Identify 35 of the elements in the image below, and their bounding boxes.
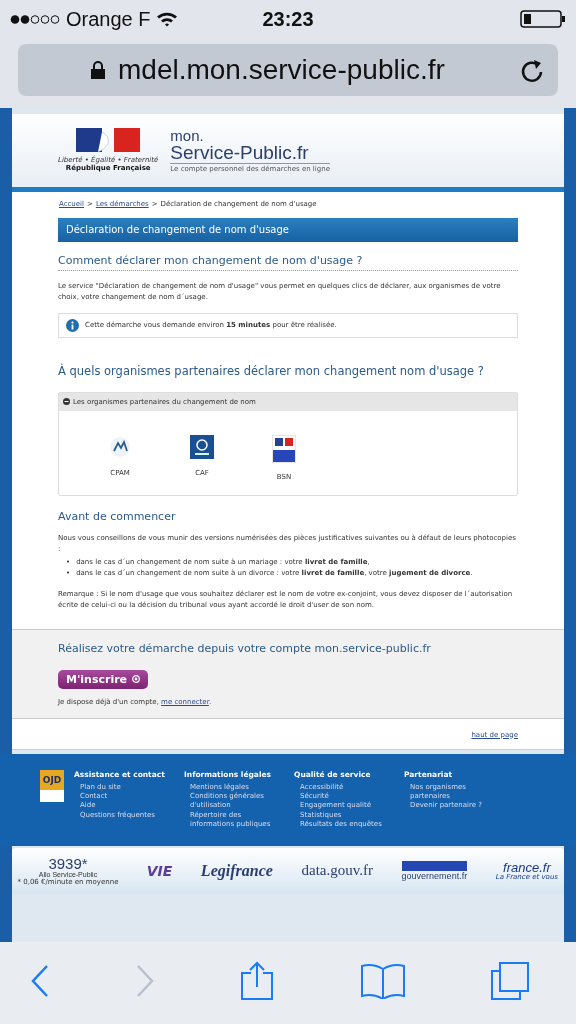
section-heading: Avant de commencer	[58, 509, 177, 523]
flag-logo-icon	[76, 128, 141, 154]
back-icon[interactable]	[30, 964, 50, 998]
logo-text[interactable]: france.fr	[503, 860, 551, 874]
page-title: Déclaration de changement de nom d'usage	[58, 218, 518, 242]
signup-heading: Réalisez votre démarche depuis votre compte mon.service-public.fr	[58, 641, 431, 655]
carrier-name: Orange F	[66, 7, 151, 31]
brand-name: Service-Public.fr	[170, 143, 330, 164]
tabs-icon[interactable]	[490, 961, 530, 1001]
reload-icon[interactable]	[520, 57, 544, 83]
lock-icon	[90, 60, 106, 80]
ojd-badge[interactable]: OJD	[40, 769, 64, 802]
bookmarks-icon[interactable]	[359, 963, 406, 999]
logo-text[interactable]: 3939*	[48, 855, 88, 871]
section-heading: Comment déclarer mon changement de nom d'usage ?	[58, 254, 518, 271]
address-bar[interactable]: mdel.mon.service-public.fr	[18, 44, 558, 96]
brand-prefix: mon.	[170, 128, 205, 143]
partner-logo-icon[interactable]	[190, 434, 214, 459]
logo-text[interactable]: Legifrance	[200, 862, 273, 879]
section-heading: À quels organismes partenaires déclarer mon changement nom d'usage ?	[58, 363, 485, 378]
logo-text[interactable]: data.gouv.fr	[301, 863, 373, 879]
wifi-icon	[156, 11, 179, 27]
signal-icon	[10, 13, 60, 25]
clock-time: 23:23	[262, 7, 314, 31]
partner-logo-icon[interactable]	[272, 434, 296, 463]
logo-text[interactable]: VIE	[146, 863, 173, 878]
logo-text[interactable]: gouvernement.fr	[401, 860, 468, 881]
circle-icon	[132, 675, 141, 684]
share-icon[interactable]	[239, 961, 275, 1001]
url-text: mdel.mon.service-public.fr	[118, 54, 445, 86]
battery-icon	[520, 10, 566, 28]
partner-logo-icon[interactable]	[108, 434, 132, 459]
info-icon	[66, 318, 79, 332]
collapse-icon[interactable]	[63, 398, 70, 406]
signup-button[interactable]: M'inscrire	[58, 669, 149, 689]
